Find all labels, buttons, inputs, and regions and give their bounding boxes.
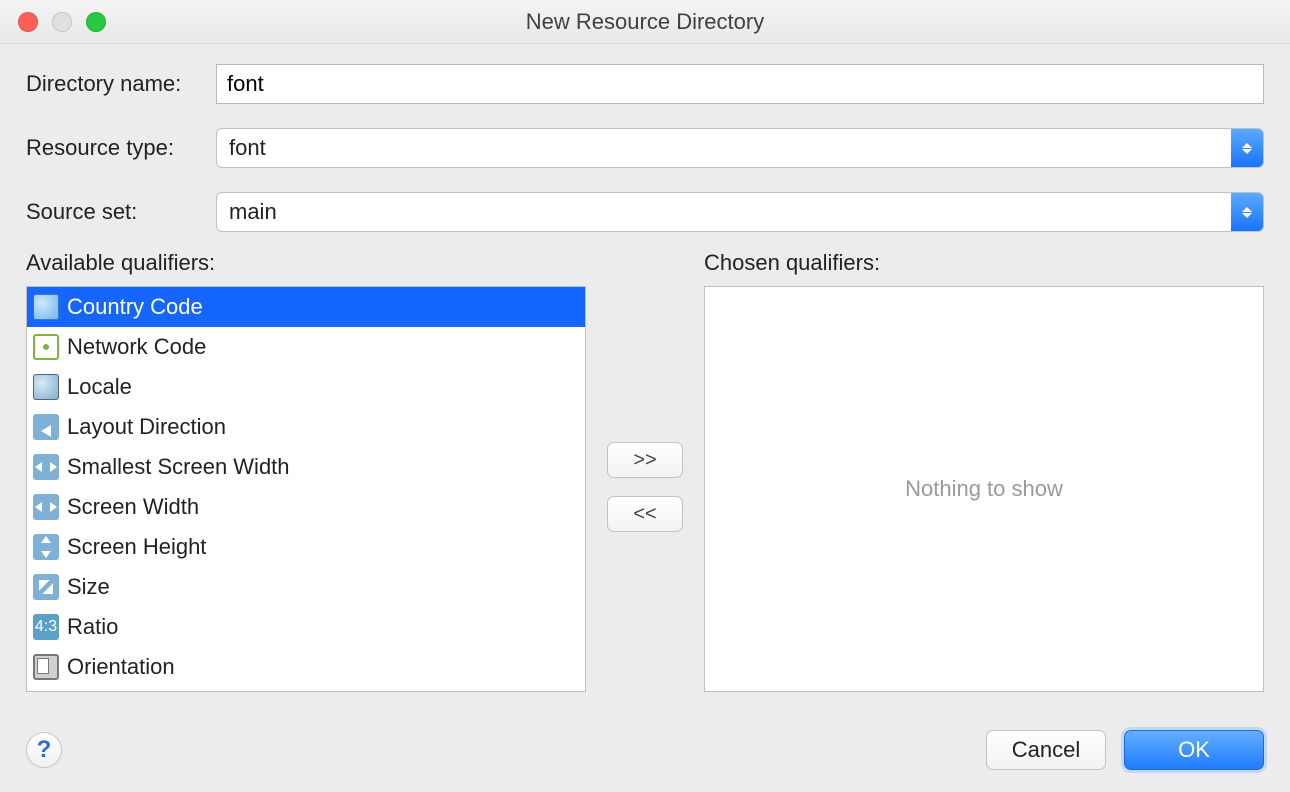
- qualifier-item-label: Smallest Screen Width: [67, 454, 290, 480]
- country-code-icon: [33, 294, 59, 320]
- title-bar: New Resource Directory: [0, 0, 1290, 44]
- screen-height-icon: [33, 534, 59, 560]
- chevron-up-down-icon: [1231, 193, 1263, 231]
- qualifier-item-label: Locale: [67, 374, 132, 400]
- qualifier-item-screen-height[interactable]: Screen Height: [27, 527, 585, 567]
- available-qualifiers-list[interactable]: Country Code Network Code Locale Layout Dir…: [26, 286, 586, 692]
- chosen-qualifiers-label: Chosen qualifiers:: [704, 250, 1264, 276]
- smallest-screen-width-icon: [33, 454, 59, 480]
- qualifier-item-locale[interactable]: Locale: [27, 367, 585, 407]
- qualifier-item-screen-width[interactable]: Screen Width: [27, 487, 585, 527]
- chevron-up-down-icon: [1231, 129, 1263, 167]
- qualifier-item-network-code[interactable]: Network Code: [27, 327, 585, 367]
- ratio-icon: 4:3: [33, 614, 59, 640]
- source-set-select[interactable]: main: [216, 192, 1264, 232]
- directory-name-label: Directory name:: [26, 71, 216, 97]
- minimize-window-button[interactable]: [52, 12, 72, 32]
- resource-type-value: font: [217, 129, 1231, 167]
- window-title: New Resource Directory: [0, 9, 1290, 35]
- remove-qualifier-button[interactable]: <<: [607, 496, 683, 532]
- qualifier-item-label: Layout Direction: [67, 414, 226, 440]
- qualifier-item-country-code[interactable]: Country Code: [27, 287, 585, 327]
- source-set-label: Source set:: [26, 199, 216, 225]
- qualifier-item-label: Size: [67, 574, 110, 600]
- qualifier-item-label: Country Code: [67, 294, 203, 320]
- qualifier-item-layout-direction[interactable]: Layout Direction: [27, 407, 585, 447]
- chosen-qualifiers-list[interactable]: Nothing to show: [704, 286, 1264, 692]
- add-qualifier-button[interactable]: >>: [607, 442, 683, 478]
- qualifier-item-orientation[interactable]: Orientation: [27, 647, 585, 687]
- screen-width-icon: [33, 494, 59, 520]
- source-set-value: main: [217, 193, 1231, 231]
- ok-button[interactable]: OK: [1124, 730, 1264, 770]
- qualifier-item-smallest-screen-width[interactable]: Smallest Screen Width: [27, 447, 585, 487]
- available-qualifiers-label: Available qualifiers:: [26, 250, 586, 276]
- size-icon: [33, 574, 59, 600]
- qualifier-item-label: Screen Width: [67, 494, 199, 520]
- cancel-button[interactable]: Cancel: [986, 730, 1106, 770]
- layout-direction-icon: [33, 414, 59, 440]
- qualifier-item-ratio[interactable]: 4:3 Ratio: [27, 607, 585, 647]
- maximize-window-button[interactable]: [86, 12, 106, 32]
- resource-type-select[interactable]: font: [216, 128, 1264, 168]
- qualifier-item-label: Ratio: [67, 614, 118, 640]
- chosen-empty-text: Nothing to show: [905, 476, 1063, 502]
- qualifier-item-label: Orientation: [67, 654, 175, 680]
- help-button[interactable]: ?: [26, 732, 62, 768]
- orientation-icon: [33, 654, 59, 680]
- qualifier-item-label: Screen Height: [67, 534, 206, 560]
- resource-type-label: Resource type:: [26, 135, 216, 161]
- qualifier-item-size[interactable]: Size: [27, 567, 585, 607]
- locale-icon: [33, 374, 59, 400]
- directory-name-input[interactable]: [216, 64, 1264, 104]
- qualifier-item-label: Network Code: [67, 334, 206, 360]
- window-controls: [18, 12, 106, 32]
- close-window-button[interactable]: [18, 12, 38, 32]
- network-code-icon: [33, 334, 59, 360]
